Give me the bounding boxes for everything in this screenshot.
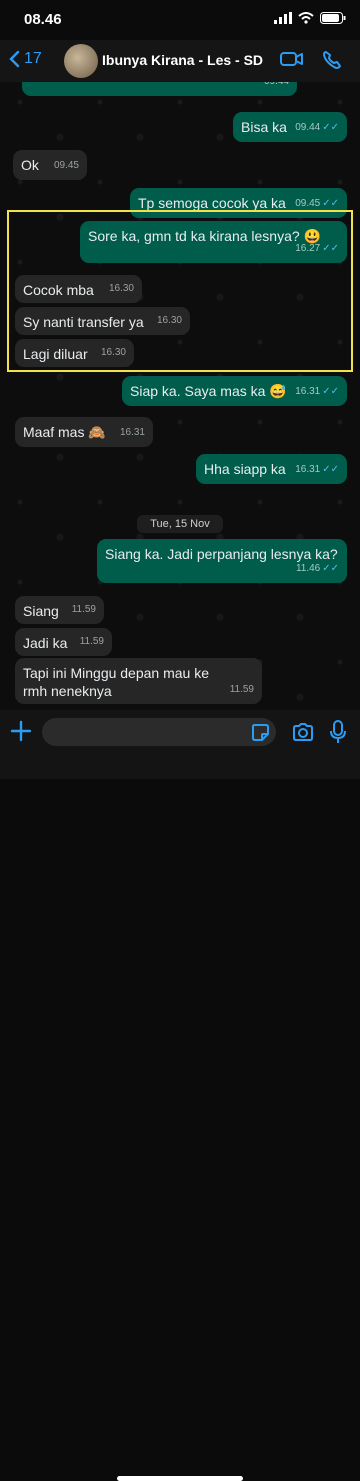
message-time: 09.44 bbox=[295, 122, 321, 133]
sticker-icon[interactable] bbox=[251, 723, 269, 741]
read-ticks-icon: ✓✓ bbox=[322, 122, 339, 133]
message-time: 16.31 bbox=[295, 464, 321, 475]
chat-title[interactable]: Ibunya Kirana - Les - SD bbox=[102, 52, 263, 68]
video-call-icon[interactable] bbox=[280, 50, 304, 68]
read-ticks-icon: ✓✓ bbox=[322, 563, 339, 574]
message-text: Maaf mas 🙈 bbox=[23, 424, 106, 440]
back-count: 17 bbox=[24, 50, 42, 67]
header-actions bbox=[280, 50, 342, 70]
read-ticks-icon: ✓✓ bbox=[322, 386, 339, 397]
camera-icon[interactable] bbox=[292, 722, 314, 742]
message-bubble[interactable]: Bisa ka 09.44 ✓✓ bbox=[233, 112, 347, 142]
message-time: 09.44 bbox=[264, 82, 289, 91]
highlight-box bbox=[7, 210, 353, 372]
message-time: 16.31 bbox=[119, 427, 145, 438]
status-time: 08.46 bbox=[24, 11, 62, 28]
message-bubble[interactable]: Tapi ini Minggu depan mau ke rmh nenekny… bbox=[15, 658, 262, 704]
read-ticks-icon: ✓✓ bbox=[322, 464, 339, 475]
message-text: Siang bbox=[23, 603, 59, 619]
message-bubble[interactable]: Siang 11.59 bbox=[15, 596, 104, 624]
message-bubble[interactable]: Siap ka. Saya mas ka 😅 16.31 ✓✓ bbox=[122, 376, 347, 406]
message-input[interactable] bbox=[42, 718, 276, 746]
message-bubble[interactable]: 09.44 bbox=[22, 82, 297, 96]
back-button[interactable]: 17 bbox=[8, 50, 42, 68]
wifi-icon bbox=[298, 12, 314, 24]
message-bubble[interactable]: Hha siapp ka 16.31 ✓✓ bbox=[196, 454, 347, 484]
message-text: Hha siapp ka bbox=[204, 461, 286, 477]
message-bubble[interactable]: Jadi ka 11.59 bbox=[15, 628, 112, 656]
chat-area[interactable]: 09.44 Bisa ka 09.44✓✓ Ok 09.45 Tp semoga… bbox=[0, 82, 360, 710]
date-chip: Tue, 15 Nov bbox=[137, 515, 223, 533]
message-text: Tapi ini Minggu depan mau ke rmh nenekny… bbox=[23, 665, 210, 699]
message-bubble[interactable]: Ok 09.45 bbox=[13, 150, 87, 180]
signal-icon bbox=[274, 12, 292, 24]
status-bar: 08.46 bbox=[0, 0, 360, 40]
plus-icon[interactable] bbox=[10, 720, 32, 742]
message-text: Ok bbox=[21, 157, 39, 173]
message-text: Jadi ka bbox=[23, 635, 68, 651]
home-indicator bbox=[117, 1476, 243, 1481]
microphone-icon[interactable] bbox=[330, 720, 346, 744]
message-text: Bisa ka bbox=[241, 119, 287, 135]
status-icons bbox=[274, 12, 346, 24]
chevron-left-icon bbox=[9, 50, 20, 68]
message-time: 16.31 bbox=[295, 386, 321, 397]
message-time: 11.59 bbox=[71, 604, 96, 615]
message-time: 09.45 bbox=[53, 160, 79, 171]
message-bubble[interactable]: Maaf mas 🙈 16.31 bbox=[15, 417, 153, 447]
input-bar bbox=[0, 710, 360, 1481]
message-text: Tp semoga cocok ya ka bbox=[138, 195, 286, 211]
avatar[interactable] bbox=[64, 44, 98, 78]
message-time: 11.59 bbox=[229, 684, 254, 695]
chat-header: 17 Ibunya Kirana - Les - SD bbox=[0, 40, 360, 82]
phone-call-icon[interactable] bbox=[322, 50, 342, 70]
message-time: 11.59 bbox=[79, 636, 104, 647]
message-bubble[interactable]: Siang ka. Jadi perpanjang lesnya ka? 11.… bbox=[97, 539, 347, 583]
message-time: 11.46 bbox=[295, 563, 321, 574]
read-ticks-icon: ✓✓ bbox=[322, 198, 339, 209]
battery-icon bbox=[320, 12, 346, 24]
message-time: 09.45 bbox=[295, 198, 321, 209]
message-text: Siap ka. Saya mas ka 😅 bbox=[130, 383, 287, 399]
